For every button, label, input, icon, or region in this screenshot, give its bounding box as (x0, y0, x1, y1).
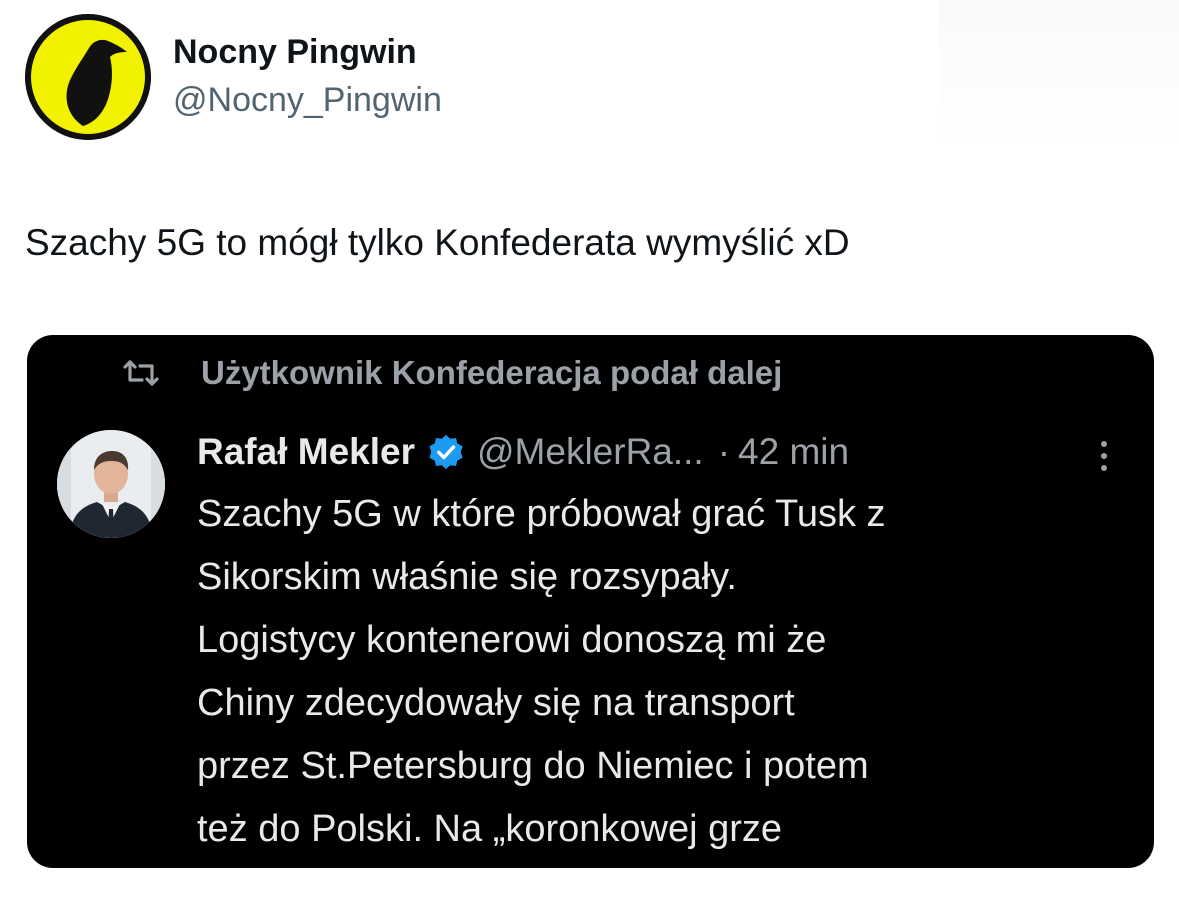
quoted-body-line: Szachy 5G w które próbował grać Tusk z (197, 493, 886, 535)
retweet-context: Użytkownik Konfederacja podał dalej (119, 351, 782, 395)
background-smudge (939, 0, 1179, 150)
quoted-body-line: też do Polski. Na „koronkowej grze (197, 808, 783, 850)
more-vertical-icon (1101, 441, 1107, 471)
quoted-author-avatar (57, 430, 165, 538)
avatar[interactable] (25, 14, 151, 140)
verified-badge-icon (429, 434, 463, 470)
quoted-author-name: Rafał Mekler (197, 431, 415, 472)
penguin-silhouette-icon (25, 14, 151, 140)
screenshot-page: Nocny Pingwin @Nocny_Pingwin Szachy 5G t… (0, 0, 1179, 902)
person-photo-icon (57, 430, 165, 538)
quoted-timestamp: 42 min (738, 431, 850, 472)
author-display-name[interactable]: Nocny Pingwin (173, 32, 442, 72)
quoted-body-line: Chiny zdecydowały się na transport (197, 682, 795, 724)
quoted-body-line: Logistycy kontenerowi donoszą mi że (197, 619, 827, 661)
retweet-label: Użytkownik Konfederacja podał dalej (201, 354, 783, 391)
quoted-tweet-body: Szachy 5G w które próbował grać Tusk z S… (197, 483, 1127, 861)
author-names: Nocny Pingwin @Nocny_Pingwin (173, 32, 442, 120)
quoted-body-line: Sikorskim właśnie się rozsypały. (197, 556, 737, 598)
tweet-author[interactable]: Nocny Pingwin @Nocny_Pingwin (25, 14, 442, 140)
quoted-tweet-header: Rafał Mekler @MeklerRa... · 42 min (197, 427, 849, 477)
author-handle[interactable]: @Nocny_Pingwin (173, 80, 442, 120)
quoted-tweet-screenshot: Użytkownik Konfederacja podał dalej Rafa… (27, 335, 1154, 868)
separator-dot: · (717, 431, 731, 472)
retweet-icon (119, 351, 163, 395)
quoted-author-handle: @MeklerRa... (477, 431, 704, 472)
quoted-body-line: przez St.Petersburg do Niemiec i potem (197, 745, 869, 787)
tweet-text: Szachy 5G to mógł tylko Konfederata wymy… (25, 222, 850, 263)
